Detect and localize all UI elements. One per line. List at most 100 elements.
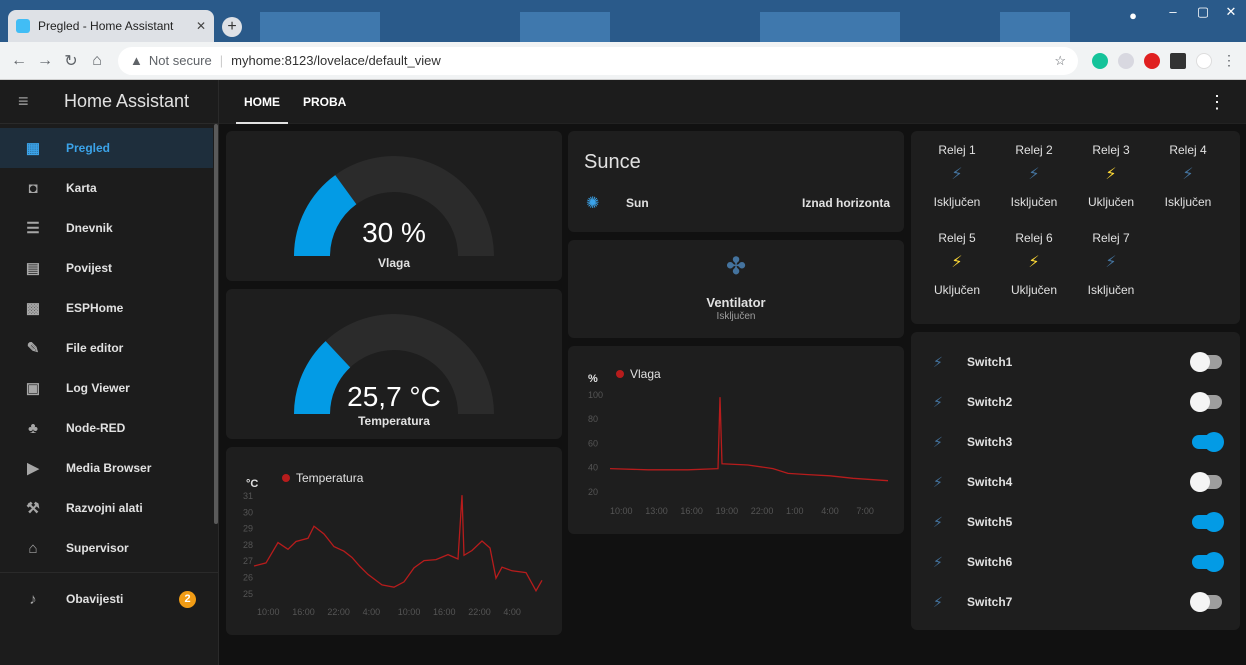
humidity-gauge-card[interactable]: 30 % Vlaga	[226, 131, 562, 281]
window-close-icon[interactable]: ✕	[1216, 0, 1246, 28]
url-text: myhome:8123/lovelace/default_view	[231, 53, 441, 68]
tab-proba[interactable]: PROBA	[303, 80, 346, 124]
sidebar-item-file-editor[interactable]: ✎ File editor	[0, 328, 218, 368]
fan-state: Isključen	[716, 311, 756, 322]
react-extension-icon[interactable]	[1118, 52, 1134, 69]
maximize-icon[interactable]: ▢	[1188, 0, 1218, 28]
switch-row: ⚡︎ Switch4	[911, 462, 1240, 502]
dashboard-icon: ▦	[25, 140, 41, 157]
temperature-gauge-card[interactable]: 25,7 °C Temperatura	[226, 289, 562, 439]
new-tab-button[interactable]: +	[222, 17, 242, 37]
sidebar-item-log-viewer[interactable]: ▣ Log Viewer	[0, 368, 218, 408]
sun-card[interactable]: Sunce ✺ Sun Iznad horizonta	[568, 131, 904, 232]
relay-3[interactable]: Relej 3 ⚡︎ Uključen	[1081, 143, 1141, 211]
url-field[interactable]: ▲ Not secure | myhome:8123/lovelace/defa…	[118, 46, 1078, 75]
relay-6[interactable]: Relej 6 ⚡︎ Uključen	[1004, 231, 1064, 299]
legend-swatch	[616, 370, 624, 378]
y-tick-label: 100	[588, 390, 603, 400]
bookmark-star-icon[interactable]: ☆	[1054, 53, 1066, 69]
sidebar-item-pregled[interactable]: ▦ Pregled	[0, 128, 213, 168]
sidebar-item-karta[interactable]: ◘ Karta	[0, 168, 218, 208]
chart-legend[interactable]: Vlaga	[630, 367, 661, 381]
sitemap-icon: ♣	[28, 419, 38, 437]
sidebar-item-label: Supervisor	[66, 541, 129, 555]
minimize-icon[interactable]: –	[1158, 0, 1188, 28]
switch-toggle[interactable]	[1190, 592, 1222, 612]
supervisor-icon: ⌂	[28, 539, 38, 557]
forward-icon[interactable]: →	[32, 52, 58, 70]
y-tick-label: 26	[243, 573, 253, 583]
sidebar-scrollbar[interactable]	[214, 124, 218, 524]
profile-icon[interactable]: ●	[1118, 4, 1148, 32]
lightning-bolt-icon[interactable]: ⚡︎	[1081, 247, 1141, 279]
humidity-history-chart: % Vlaga 100 80 60 40 20 10:00 13:00 16:00 19:00…	[588, 367, 889, 516]
back-icon[interactable]: ←	[6, 52, 32, 70]
sidebar-item-dnevnik[interactable]: ☰ Dnevnik	[0, 208, 218, 248]
sidebar-item-esphome[interactable]: ▩ ESPHome	[0, 288, 218, 328]
lightning-bolt-icon[interactable]: ⚡︎	[927, 159, 987, 191]
logbook-icon: ☰	[26, 220, 40, 237]
relay-2[interactable]: Relej 2 ⚡︎ Isključen	[1004, 143, 1064, 211]
sidebar-item-notifications[interactable]: ♪ Obavijesti 2	[0, 573, 218, 625]
collapse-menu-icon[interactable]: ≡	[18, 91, 64, 112]
relay-name: Relej 5	[938, 231, 976, 245]
more-options-icon[interactable]: ⋮	[1208, 92, 1226, 113]
relay-4[interactable]: Relej 4 ⚡︎ Isključen	[1158, 143, 1218, 211]
opera-extension-icon[interactable]	[1144, 52, 1160, 69]
media-icon: ▶	[27, 460, 39, 477]
fan-icon[interactable]: ✤	[568, 252, 904, 281]
reload-icon[interactable]: ↻	[58, 51, 84, 71]
y-tick-label: 20	[588, 487, 598, 497]
lightning-bolt-icon[interactable]: ⚡︎	[1004, 247, 1064, 279]
switch-toggle[interactable]	[1192, 432, 1224, 452]
close-icon[interactable]: ✕	[196, 19, 206, 33]
switch-toggle[interactable]	[1190, 392, 1222, 412]
lightning-bolt-icon: ⚡︎	[933, 593, 943, 610]
sidebar-item-label: Node-RED	[66, 421, 126, 435]
notification-badge: 2	[179, 590, 196, 608]
grammarly-extension-icon[interactable]	[1092, 52, 1108, 69]
gauge-label: Vlaga	[377, 256, 410, 270]
puzzle-extensions-icon[interactable]	[1170, 52, 1186, 69]
lightning-bolt-icon[interactable]: ⚡︎	[927, 247, 987, 279]
avatar[interactable]	[1196, 52, 1212, 69]
extensions: ⋮	[1092, 52, 1246, 69]
fan-card[interactable]: ✤ Ventilator Isključen	[568, 240, 904, 338]
sidebar-item-media-browser[interactable]: ▶ Media Browser	[0, 448, 218, 488]
legend-swatch	[282, 474, 290, 482]
fan-name: Ventilator	[706, 295, 766, 310]
browser-tab[interactable]: Pregled - Home Assistant ✕	[8, 10, 214, 42]
sidebar-item-label: Obavijesti	[66, 592, 124, 606]
sidebar-item-razvojni-alati[interactable]: ⚒ Razvojni alati	[0, 488, 218, 528]
lightning-bolt-icon[interactable]: ⚡︎	[1081, 159, 1141, 191]
sidebar-item-povijest[interactable]: ▤ Povijest	[0, 248, 218, 288]
bell-icon: ♪	[29, 590, 37, 608]
x-tick-label: 16:00	[680, 506, 703, 516]
lightning-bolt-icon[interactable]: ⚡︎	[1004, 159, 1064, 191]
x-tick-label: 10:00	[257, 607, 280, 617]
chart-legend[interactable]: Temperatura	[296, 471, 364, 485]
y-tick-label: 29	[243, 524, 253, 534]
humidity-history-card[interactable]: % Vlaga 100 80 60 40 20 10:00 13:00 16:00 19:00…	[568, 346, 904, 534]
switch-toggle[interactable]	[1190, 472, 1222, 492]
switch-toggle[interactable]	[1192, 552, 1224, 572]
relay-7[interactable]: Relej 7 ⚡︎ Isključen	[1081, 231, 1141, 299]
home-icon[interactable]: ⌂	[84, 52, 110, 70]
relay-5[interactable]: Relej 5 ⚡︎ Uključen	[927, 231, 987, 299]
address-bar: ← → ↻ ⌂ ▲ Not secure | myhome:8123/lovel…	[0, 42, 1246, 80]
lightning-bolt-icon: ⚡︎	[933, 433, 943, 450]
browser-menu-icon[interactable]: ⋮	[1222, 52, 1236, 69]
home-assistant-favicon-icon	[16, 19, 30, 33]
tab-home[interactable]: HOME	[236, 80, 288, 124]
sidebar-item-label: Karta	[66, 181, 97, 195]
switch-toggle[interactable]	[1190, 352, 1222, 372]
lightning-bolt-icon: ⚡︎	[933, 473, 943, 490]
switch-toggle[interactable]	[1192, 512, 1224, 532]
sidebar-item-supervisor[interactable]: ⌂ Supervisor	[0, 528, 218, 568]
lightning-bolt-icon: ⚡︎	[933, 513, 943, 530]
sidebar-item-node-red[interactable]: ♣ Node-RED	[0, 408, 218, 448]
lightning-bolt-icon[interactable]: ⚡︎	[1158, 159, 1218, 191]
relay-1[interactable]: Relej 1 ⚡︎ Isključen	[927, 143, 987, 211]
temperature-history-card[interactable]: °C Temperatura 31 30 29 28 27 26 25 10:00 16:00…	[226, 447, 562, 635]
gauge-label: Temperatura	[358, 414, 430, 428]
